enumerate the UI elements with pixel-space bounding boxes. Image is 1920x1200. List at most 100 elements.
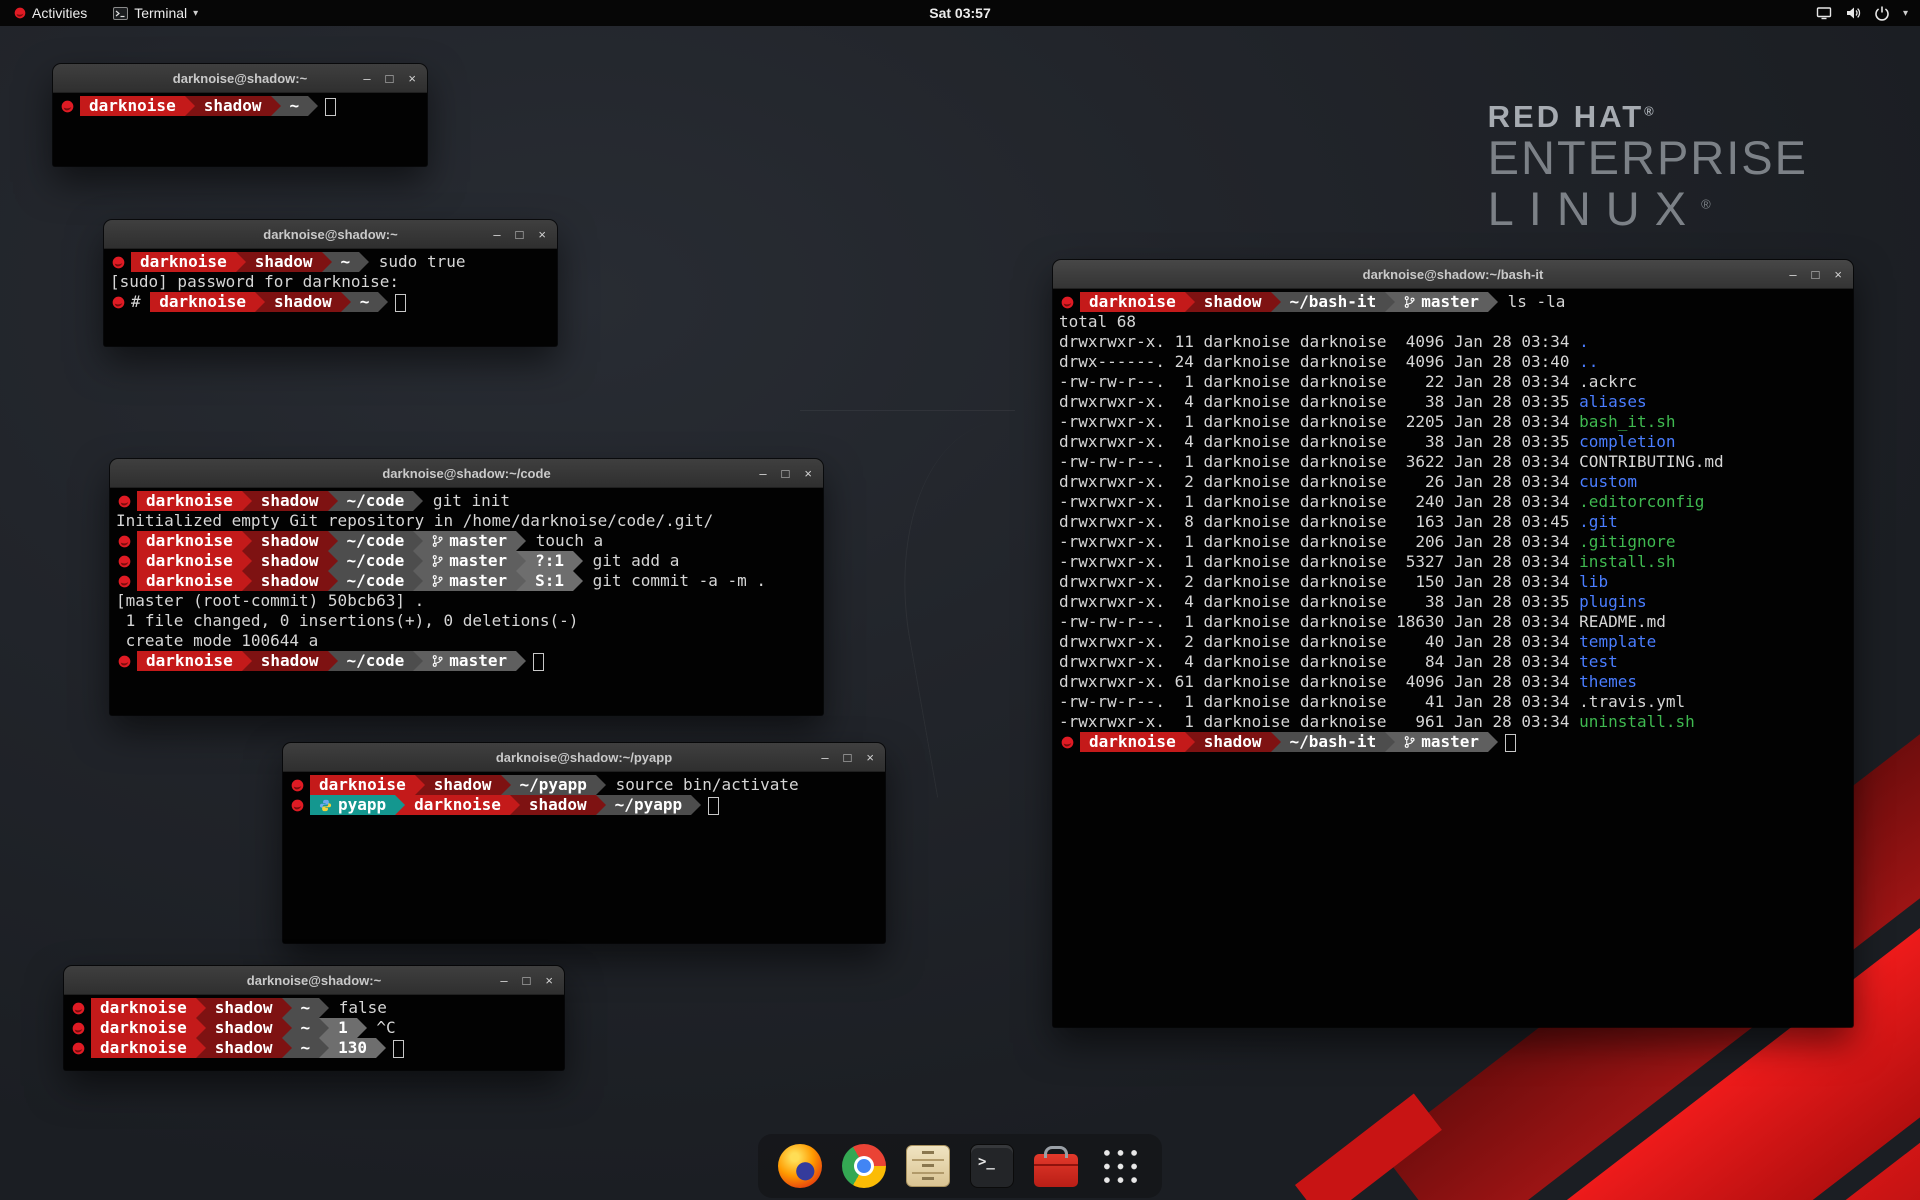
powerline-arrow-icon xyxy=(413,551,423,571)
chevron-down-icon[interactable]: ▾ xyxy=(1903,8,1908,19)
terminal-text: sudo true xyxy=(369,252,465,272)
terminal-line: -rwxrwxr-x. 1 darknoise darknoise 2205 J… xyxy=(1059,412,1847,432)
powerline-arrow-icon xyxy=(516,571,526,591)
distro-icon xyxy=(118,495,131,508)
volume-icon[interactable] xyxy=(1845,5,1861,21)
close-button[interactable]: × xyxy=(538,227,546,242)
toolbox-dock-button[interactable] xyxy=(1032,1142,1080,1190)
terminal-text: .git xyxy=(1579,512,1618,532)
terminal-line: -rwxrwxr-x. 1 darknoise darknoise 206 Ja… xyxy=(1059,532,1847,552)
prompt-segment: ~/code xyxy=(338,551,414,571)
prompt-segment: shadow xyxy=(252,571,328,591)
powerline-arrow-icon xyxy=(282,998,292,1018)
terminal-text: . xyxy=(1579,332,1589,352)
titlebar[interactable]: darknoise@shadow:~ – □ × xyxy=(64,966,564,995)
maximize-button[interactable]: □ xyxy=(1812,267,1820,282)
powerline-arrow-icon xyxy=(573,551,583,571)
powerline-arrow-icon xyxy=(328,571,338,591)
chrome-dock-button[interactable] xyxy=(840,1142,888,1190)
git-branch-icon xyxy=(432,654,443,668)
titlebar[interactable]: darknoise@shadow:~ – □ × xyxy=(104,220,557,249)
prompt-segment: 130 xyxy=(329,1038,376,1058)
titlebar[interactable]: darknoise@shadow:~/code – □ × xyxy=(110,459,823,488)
activities-button[interactable]: Activities xyxy=(8,0,93,26)
app-menu[interactable]: Terminal ▾ xyxy=(107,0,204,26)
close-button[interactable]: × xyxy=(804,466,812,481)
terminal-line: create mode 100644 a xyxy=(116,631,817,651)
terminal-cursor xyxy=(1505,734,1516,752)
distro-icon xyxy=(72,1042,85,1055)
window-title: darknoise@shadow:~/code xyxy=(382,466,550,481)
powerline-arrow-icon xyxy=(319,998,329,1018)
terminal-line: -rwxrwxr-x. 1 darknoise darknoise 5327 J… xyxy=(1059,552,1847,572)
app-grid-dock-button[interactable] xyxy=(1096,1142,1144,1190)
terminal-line: drwx------. 24 darknoise darknoise 4096 … xyxy=(1059,352,1847,372)
terminal-content[interactable]: darknoiseshadow~/pyapp source bin/activa… xyxy=(283,772,885,943)
terminal-content[interactable]: darknoiseshadow~/bash-itmaster ls -latot… xyxy=(1053,289,1853,1027)
terminal-dock-button[interactable] xyxy=(968,1142,1016,1190)
titlebar[interactable]: darknoise@shadow:~/bash-it – □ × xyxy=(1053,260,1853,289)
prompt-segment: shadow xyxy=(206,1038,282,1058)
powerline-arrow-icon xyxy=(1385,732,1395,752)
prompt-segment: shadow xyxy=(206,1018,282,1038)
prompt-segment: shadow xyxy=(246,252,322,272)
terminal-text: touch a xyxy=(526,531,603,551)
minimize-button[interactable]: – xyxy=(821,750,828,765)
powerline-arrow-icon xyxy=(242,571,252,591)
terminal-content[interactable]: darknoiseshadow~/code git initInitialize… xyxy=(110,488,823,715)
terminal-window[interactable]: darknoise@shadow:~ – □ × darknoiseshadow… xyxy=(104,220,557,346)
maximize-button[interactable]: □ xyxy=(516,227,524,242)
clock[interactable]: Sat 03:57 xyxy=(929,5,990,21)
terminal-text: -rw-rw-r--. 1 darknoise darknoise 41 Jan… xyxy=(1059,692,1579,712)
titlebar[interactable]: darknoise@shadow:~/pyapp – □ × xyxy=(283,743,885,772)
close-button[interactable]: × xyxy=(408,71,416,86)
distro-icon xyxy=(291,799,304,812)
powerline-arrow-icon xyxy=(242,491,252,511)
maximize-button[interactable]: □ xyxy=(844,750,852,765)
prompt-segment: darknoise xyxy=(137,571,242,591)
maximize-button[interactable]: □ xyxy=(782,466,790,481)
terminal-window[interactable]: darknoise@shadow:~/code – □ × darknoise s… xyxy=(110,459,823,715)
firefox-dock-button[interactable] xyxy=(776,1142,824,1190)
terminal-content[interactable]: darknoiseshadow~ falsedarknoiseshadow~1 … xyxy=(64,995,564,1070)
python-icon xyxy=(319,799,332,812)
terminal-line: darknoiseshadow~/codemasterS:1 git commi… xyxy=(116,571,817,591)
terminal-window[interactable]: darknoise@shadow:~/bash-it – □ × darknoi… xyxy=(1053,260,1853,1027)
terminal-window[interactable]: darknoise@shadow:~ – □ × darknoiseshadow… xyxy=(53,64,427,166)
terminal-content[interactable]: darknoiseshadow~ sudo true[sudo] passwor… xyxy=(104,249,557,346)
prompt-segment: darknoise xyxy=(137,491,242,511)
close-button[interactable]: × xyxy=(866,750,874,765)
titlebar[interactable]: darknoise@shadow:~ – □ × xyxy=(53,64,427,93)
maximize-button[interactable]: □ xyxy=(523,973,531,988)
terminal-line: darknoiseshadow~1 ^C xyxy=(70,1018,558,1038)
activities-label: Activities xyxy=(32,5,87,21)
display-icon[interactable] xyxy=(1816,5,1832,21)
close-button[interactable]: × xyxy=(1834,267,1842,282)
terminal-text: git add a xyxy=(583,551,679,571)
minimize-button[interactable]: – xyxy=(1789,267,1796,282)
prompt-segment: darknoise xyxy=(1080,732,1185,752)
registered-mark: ® xyxy=(1701,197,1726,212)
minimize-button[interactable]: – xyxy=(500,973,507,988)
distro-icon xyxy=(112,296,125,309)
powerline-arrow-icon xyxy=(242,651,252,671)
maximize-button[interactable]: □ xyxy=(386,71,394,86)
terminal-window[interactable]: darknoise@shadow:~ – □ × darknoise shadow… xyxy=(64,966,564,1070)
files-dock-button[interactable] xyxy=(904,1142,952,1190)
terminal-text: drwxrwxr-x. 4 darknoise darknoise 84 Jan… xyxy=(1059,652,1579,672)
prompt-segment: master xyxy=(423,551,516,571)
terminal-content[interactable]: darknoiseshadow~ xyxy=(53,93,427,166)
power-icon[interactable] xyxy=(1874,5,1890,21)
terminal-line: -rwxrwxr-x. 1 darknoise darknoise 961 Ja… xyxy=(1059,712,1847,732)
prompt-segment: ~/bash-it xyxy=(1281,292,1386,312)
minimize-button[interactable]: – xyxy=(363,71,370,86)
prompt-segment: darknoise xyxy=(91,1018,196,1038)
minimize-button[interactable]: – xyxy=(493,227,500,242)
close-button[interactable]: × xyxy=(545,973,553,988)
terminal-line: darknoiseshadow~/bash-itmaster xyxy=(1059,732,1847,752)
powerline-arrow-icon xyxy=(185,96,195,116)
minimize-button[interactable]: – xyxy=(759,466,766,481)
terminal-window[interactable]: darknoise@shadow:~/pyapp – □ × darknoise… xyxy=(283,743,885,943)
powerline-arrow-icon xyxy=(308,96,318,116)
prompt-segment: darknoise xyxy=(91,1038,196,1058)
